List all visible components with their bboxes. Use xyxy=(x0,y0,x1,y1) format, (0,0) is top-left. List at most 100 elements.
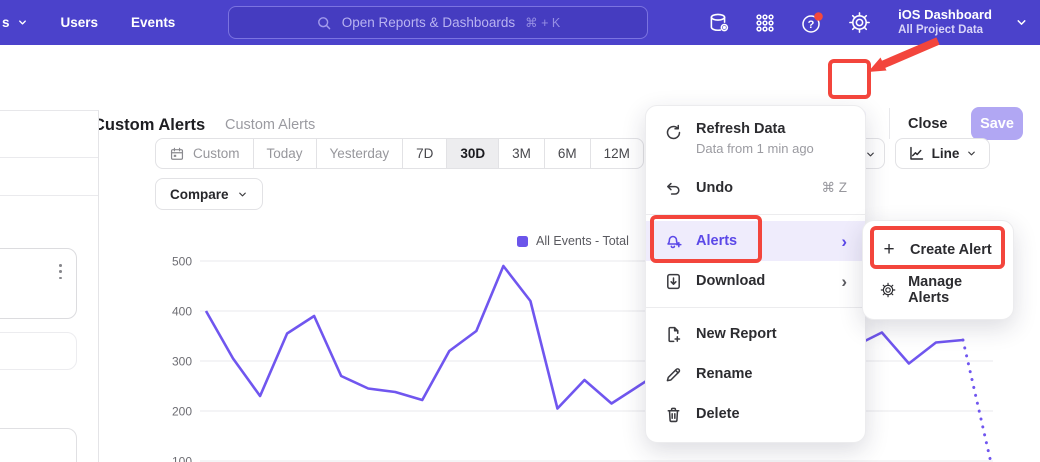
range-6m[interactable]: 6M xyxy=(544,139,590,168)
close-button[interactable]: Close xyxy=(908,116,948,132)
range-12m[interactable]: 12M xyxy=(590,139,643,168)
sidebar-row[interactable] xyxy=(0,111,98,158)
svg-text:?: ? xyxy=(808,19,815,31)
undo-icon xyxy=(664,179,683,198)
y-tick-label: 200 xyxy=(172,405,192,419)
pencil-icon xyxy=(664,365,683,384)
range-custom[interactable]: Custom xyxy=(156,139,253,168)
nav-item-users[interactable]: Users xyxy=(61,15,99,30)
project-scope: All Project Data xyxy=(898,23,992,37)
range-30d[interactable]: 30D xyxy=(446,139,498,168)
menu-item-delete[interactable]: Delete xyxy=(646,394,865,434)
menu-divider xyxy=(646,214,865,215)
chevron-right-icon: › xyxy=(841,273,847,290)
range-label: 12M xyxy=(604,146,630,161)
refresh-icon xyxy=(664,123,683,142)
sidebar-card[interactable] xyxy=(0,248,77,319)
download-icon xyxy=(664,272,683,291)
settings-gear-icon[interactable] xyxy=(847,11,871,35)
kebab-menu-icon[interactable] xyxy=(59,264,62,279)
more-options-menu: Refresh Data Data from 1 min ago Undo ⌘ … xyxy=(645,105,866,443)
menu-item-rename[interactable]: Rename xyxy=(646,354,865,394)
date-range-segmented-control: Custom Today Yesterday 7D 30D 3M 6M 12M xyxy=(155,138,644,169)
manage-alerts-label: Manage Alerts xyxy=(908,274,996,306)
query-builder-sidebar xyxy=(0,110,99,462)
range-label: Today xyxy=(267,146,303,161)
search-icon xyxy=(316,15,332,31)
range-label: 3M xyxy=(512,146,531,161)
sidebar-row[interactable] xyxy=(0,158,98,196)
range-label: Custom xyxy=(193,146,240,161)
project-switcher[interactable]: iOS Dashboard All Project Data xyxy=(898,7,992,38)
nav-partial-label: s xyxy=(2,15,10,30)
range-yesterday[interactable]: Yesterday xyxy=(316,139,403,168)
chart-legend: All Events - Total xyxy=(517,234,629,248)
menu-divider xyxy=(646,307,865,308)
y-tick-label: 400 xyxy=(172,305,192,319)
calendar-icon xyxy=(169,146,185,162)
rename-label: Rename xyxy=(696,366,752,382)
compare-button[interactable]: Compare xyxy=(155,178,263,210)
search-shortcut: ⌘ + K xyxy=(525,15,560,30)
create-alert-label: Create Alert xyxy=(910,242,992,258)
range-label: 6M xyxy=(558,146,577,161)
apps-grid-icon[interactable] xyxy=(753,11,777,35)
chart-type-label: Line xyxy=(932,146,960,161)
range-label: 7D xyxy=(416,146,433,161)
alerts-submenu: + Create Alert Manage Alerts xyxy=(862,220,1014,320)
chevron-down-icon xyxy=(865,149,876,160)
report-header: Custom Alerts Custom Alerts GV Duplicate… xyxy=(0,45,1040,110)
y-tick-label: 300 xyxy=(172,355,192,369)
project-name: iOS Dashboard xyxy=(898,7,992,23)
chevron-right-icon: › xyxy=(841,233,847,250)
save-button[interactable]: Save xyxy=(971,107,1023,140)
notification-dot xyxy=(814,12,823,21)
search-input[interactable]: Open Reports & Dashboards ⌘ + K xyxy=(228,6,648,39)
refresh-label: Refresh Data xyxy=(696,121,847,137)
delete-label: Delete xyxy=(696,406,740,422)
trash-icon xyxy=(664,405,683,424)
undo-shortcut: ⌘ Z xyxy=(822,180,848,196)
alerts-label: Alerts xyxy=(696,233,737,249)
plus-icon: + xyxy=(880,239,898,261)
submenu-item-manage-alerts[interactable]: Manage Alerts xyxy=(863,270,1013,310)
gear-icon xyxy=(880,281,896,299)
breadcrumb: Custom Alerts xyxy=(225,117,315,133)
search-placeholder: Open Reports & Dashboards xyxy=(342,15,515,30)
y-tick-label: 500 xyxy=(172,255,192,269)
menu-item-refresh-data[interactable]: Refresh Data Data from 1 min ago xyxy=(646,112,865,168)
page-title: Custom Alerts xyxy=(93,116,205,135)
y-tick-label: 100 xyxy=(172,455,192,462)
refresh-subtitle: Data from 1 min ago xyxy=(696,141,847,156)
menu-item-new-report[interactable]: New Report xyxy=(646,314,865,354)
sidebar-card[interactable] xyxy=(0,428,77,462)
menu-item-alerts[interactable]: Alerts › xyxy=(646,221,865,261)
menu-item-undo[interactable]: Undo ⌘ Z xyxy=(646,168,865,208)
nav-item-events[interactable]: Events xyxy=(131,15,175,30)
range-3m[interactable]: 3M xyxy=(498,139,544,168)
new-report-label: New Report xyxy=(696,326,777,342)
top-navbar: s Users Events Open Reports & Dashboards… xyxy=(0,0,1040,45)
chart-type-button[interactable]: Line xyxy=(895,138,990,169)
menu-item-download[interactable]: Download › xyxy=(646,261,865,301)
chevron-down-icon xyxy=(237,189,248,200)
header-divider xyxy=(889,108,890,139)
legend-swatch xyxy=(517,236,528,247)
chevron-down-icon xyxy=(1015,16,1028,29)
range-label: Yesterday xyxy=(330,146,390,161)
chevron-down-icon xyxy=(17,17,28,28)
chevron-down-icon xyxy=(966,148,977,159)
data-management-icon[interactable] xyxy=(706,11,730,35)
range-today[interactable]: Today xyxy=(253,139,316,168)
file-plus-icon xyxy=(664,325,683,344)
sidebar-card[interactable] xyxy=(0,332,77,370)
bell-plus-icon xyxy=(664,232,683,251)
range-7d[interactable]: 7D xyxy=(402,139,446,168)
submenu-item-create-alert[interactable]: + Create Alert xyxy=(863,230,1013,270)
help-icon[interactable]: ? xyxy=(800,11,824,35)
legend-label: All Events - Total xyxy=(536,234,629,248)
nav-item-partial[interactable]: s xyxy=(2,15,28,30)
line-chart-icon xyxy=(908,145,925,162)
compare-label: Compare xyxy=(170,187,229,202)
undo-label: Undo xyxy=(696,180,733,196)
